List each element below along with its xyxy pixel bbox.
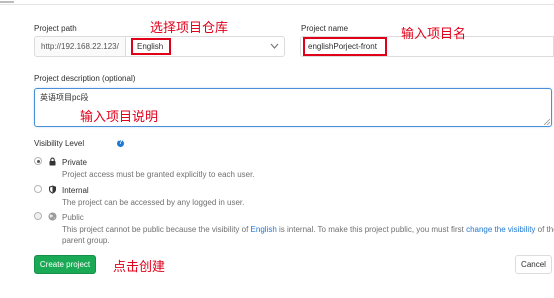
- visibility-public-description-part3: of the: [537, 225, 554, 234]
- project-description-value[interactable]: 英语项目pc段: [40, 92, 88, 103]
- question-circle-icon[interactable]: ?: [117, 140, 124, 147]
- project-path-label: Project path: [34, 24, 77, 33]
- visibility-private-title[interactable]: Private: [62, 158, 87, 167]
- visibility-public-description: This project cannot be public because th…: [62, 225, 554, 234]
- annotation-enter-name: 输入项目名: [401, 27, 467, 42]
- annotation-select-repo: 选择项目仓库: [150, 21, 229, 36]
- project-description-label: Project description (optional): [34, 74, 136, 83]
- shield-icon: [49, 185, 56, 194]
- visibility-level-label: Visibility Level: [34, 139, 85, 148]
- lock-icon: [49, 157, 56, 166]
- visibility-public-title[interactable]: Public: [62, 213, 84, 222]
- annotation-click-create: 点击创建: [113, 260, 166, 275]
- top-divider: [0, 4, 554, 5]
- visibility-private-description: Project access must be granted explicitl…: [62, 170, 255, 179]
- cancel-button[interactable]: Cancel: [515, 255, 552, 274]
- visibility-internal-description: The project can be accessed by any logge…: [62, 198, 245, 207]
- namespace-selected-value[interactable]: English: [131, 38, 171, 55]
- annotation-enter-description: 输入项目说明: [80, 110, 159, 125]
- globe-icon: [48, 212, 57, 221]
- visibility-radio-public[interactable]: [34, 212, 42, 220]
- visibility-public-description-line2: parent group.: [62, 236, 110, 245]
- create-project-button[interactable]: Create project: [34, 255, 96, 274]
- chevron-down-icon[interactable]: [270, 42, 279, 50]
- top-divider-tick: [0, 1, 14, 3]
- project-path-prefix: http://192.168.22.123/: [34, 36, 126, 57]
- visibility-internal-title[interactable]: Internal: [62, 186, 89, 195]
- project-path-prefix-text: http://192.168.22.123/: [41, 42, 119, 51]
- visibility-public-description-part2: is internal. To make this project public…: [276, 225, 467, 234]
- visibility-radio-internal[interactable]: [34, 185, 42, 193]
- visibility-public-description-part1: This project cannot be public because th…: [62, 225, 251, 234]
- project-name-value[interactable]: englishPorject-front: [303, 37, 387, 56]
- resize-grip-icon[interactable]: [544, 119, 550, 125]
- project-name-label: Project name: [301, 24, 349, 33]
- change-visibility-link[interactable]: change the visibility: [466, 225, 535, 234]
- visibility-radio-private[interactable]: [34, 157, 42, 165]
- group-english-link[interactable]: English: [251, 225, 277, 234]
